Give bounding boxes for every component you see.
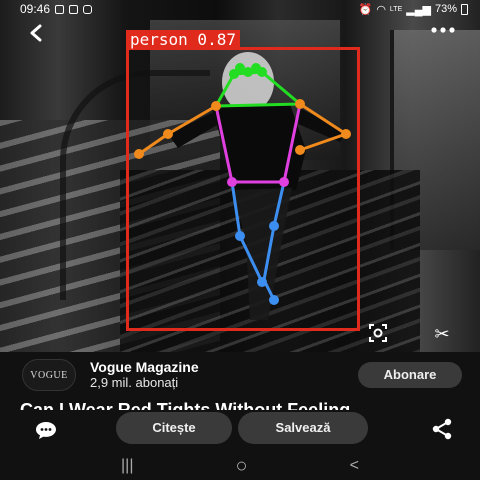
article-title[interactable]: Can I Wear Red Tights Without Feeling bbox=[20, 396, 460, 410]
detection-bounding-box bbox=[126, 47, 360, 331]
account-avatar[interactable]: VOGUE bbox=[22, 359, 76, 391]
instagram-notification-icon bbox=[83, 4, 93, 14]
more-options-icon[interactable] bbox=[430, 22, 456, 44]
back-arrow-icon[interactable] bbox=[26, 22, 48, 44]
share-icon[interactable] bbox=[430, 418, 454, 440]
account-subscribers: 2,9 mil. abonați bbox=[90, 375, 179, 390]
action-bar: Citește Salvează bbox=[0, 410, 480, 450]
system-navigation-bar: ||| ○ < bbox=[0, 452, 480, 480]
status-bar: 09:46 ⏰ ◠ LTE ▂▄▆ 73% bbox=[0, 0, 480, 18]
network-type: LTE bbox=[389, 5, 403, 13]
scissors-icon[interactable]: ✂ bbox=[430, 322, 454, 346]
signal-icon: ▂▄▆ bbox=[406, 3, 431, 16]
account-row[interactable]: VOGUE Vogue Magazine 2,9 mil. abonați Ab… bbox=[22, 358, 462, 392]
home-button[interactable]: ○ bbox=[236, 455, 248, 478]
battery-percent: 73% bbox=[434, 3, 457, 15]
system-back-button[interactable]: < bbox=[350, 457, 359, 475]
comment-icon[interactable] bbox=[34, 420, 58, 440]
account-name[interactable]: Vogue Magazine bbox=[90, 359, 358, 375]
wifi-icon: ◠ bbox=[376, 3, 386, 16]
read-button[interactable]: Citește bbox=[116, 412, 232, 444]
notification-icon bbox=[69, 4, 79, 14]
save-button[interactable]: Salvează bbox=[238, 412, 368, 444]
status-time: 09:46 bbox=[20, 2, 51, 16]
alarm-icon: ⏰ bbox=[358, 3, 373, 16]
subscribe-button[interactable]: Abonare bbox=[358, 362, 462, 388]
battery-icon bbox=[461, 3, 468, 15]
recents-button[interactable]: ||| bbox=[121, 457, 133, 475]
visual-search-icon[interactable] bbox=[366, 322, 390, 346]
gallery-notification-icon bbox=[55, 4, 65, 14]
detection-label: person 0.87 bbox=[126, 30, 240, 49]
